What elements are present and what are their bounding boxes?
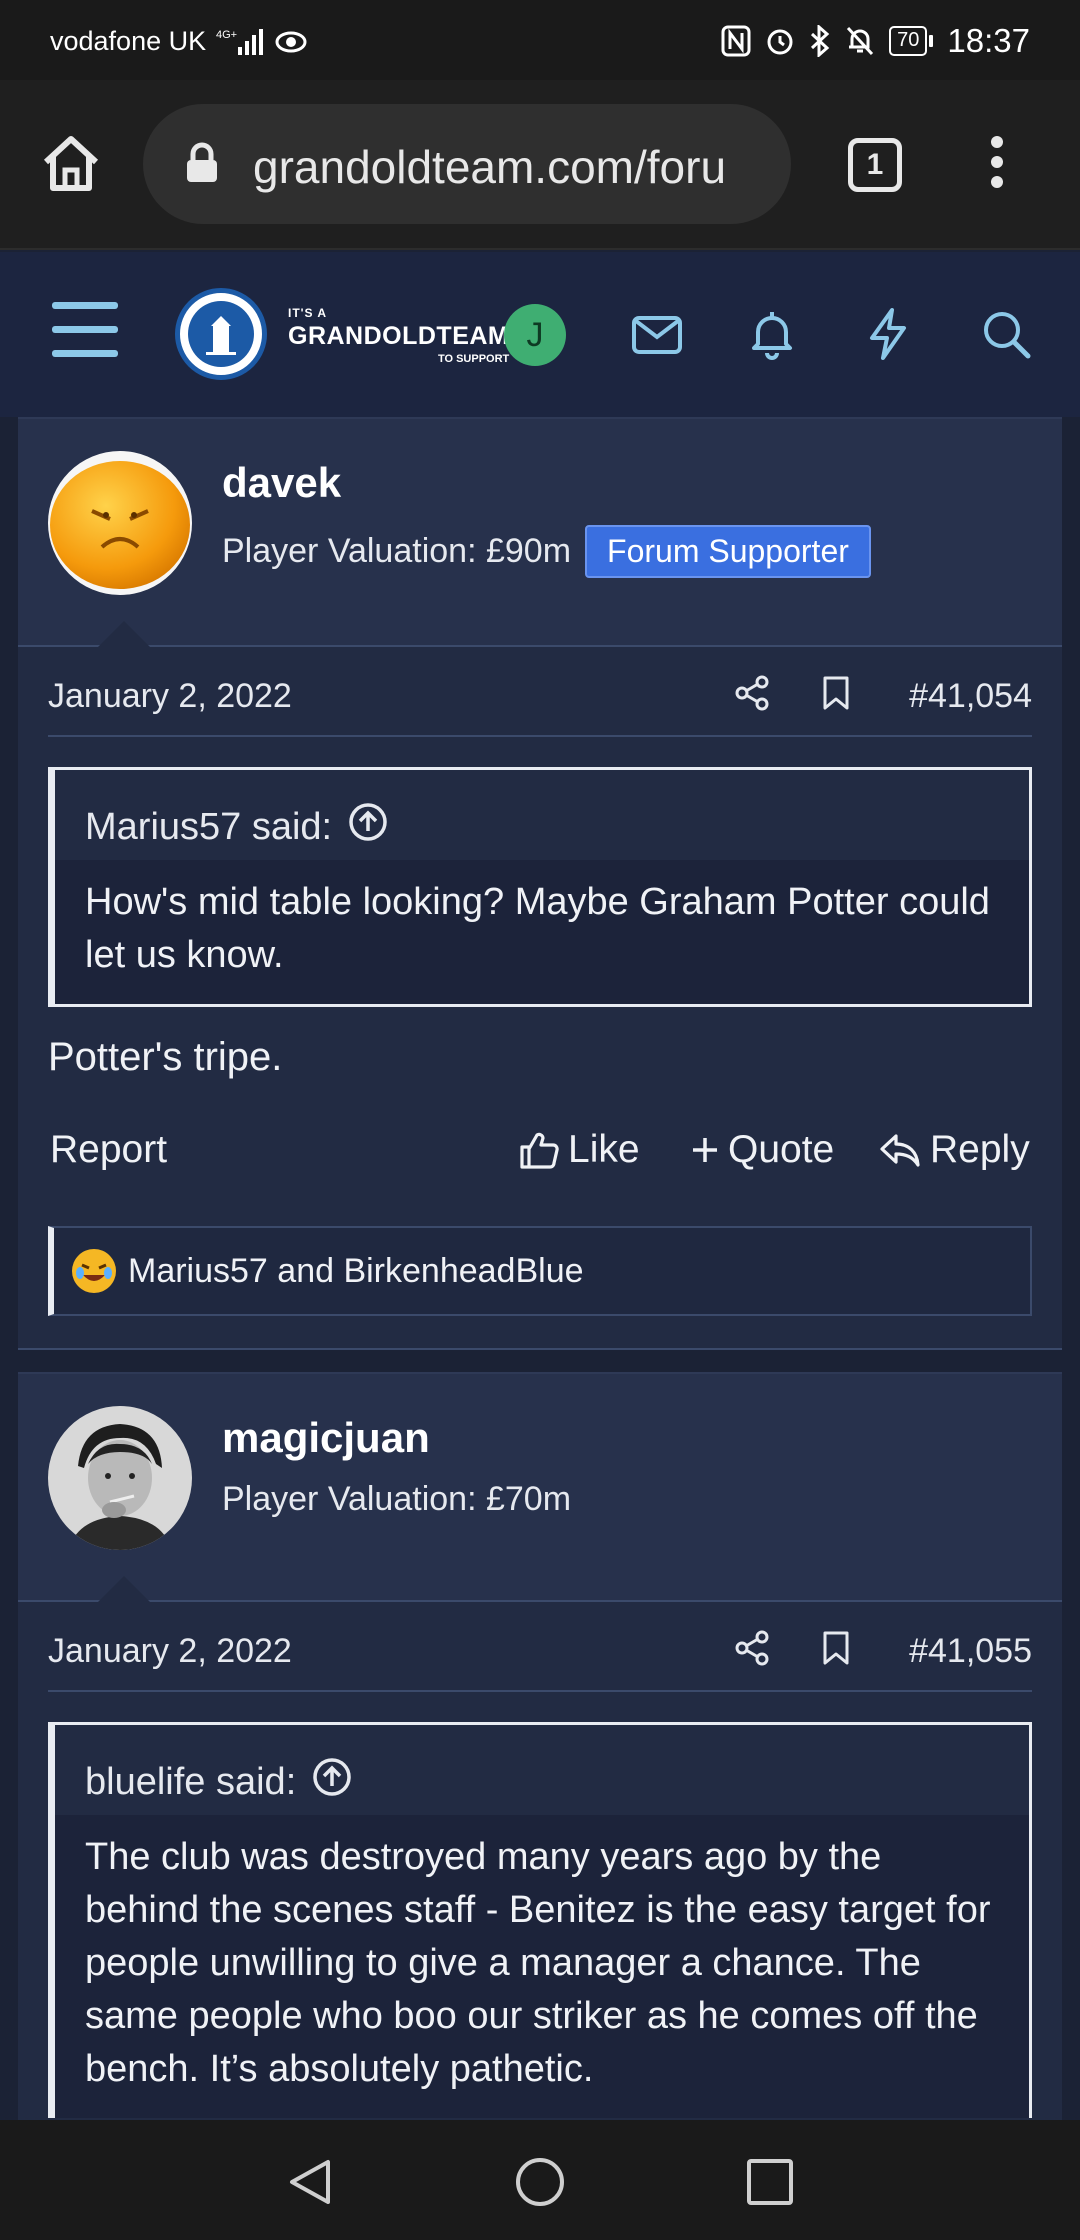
- post-username[interactable]: magicjuan: [222, 1414, 430, 1462]
- bluetooth-icon: [809, 25, 831, 57]
- avatar[interactable]: [48, 451, 192, 595]
- post-date[interactable]: January 2, 2022: [48, 1632, 292, 1671]
- club-crest-logo[interactable]: [175, 288, 267, 380]
- bolt-icon[interactable]: [858, 304, 918, 364]
- inbox-icon[interactable]: [628, 304, 688, 364]
- share-icon[interactable]: [734, 675, 770, 716]
- post-actions: Report Like Quote Reply: [48, 1098, 1032, 1208]
- arrow-up-circle-icon[interactable]: [348, 802, 388, 852]
- forum-post: magicjuan Player Valuation: £70m January…: [18, 1372, 1062, 2132]
- signal-icon: 4G+: [216, 27, 264, 57]
- status-bar: vodafone UK 4G+ 70 18:37: [0, 0, 1080, 80]
- post-number[interactable]: #41,054: [909, 677, 1032, 716]
- player-valuation: Player Valuation: £70m: [222, 1480, 572, 1518]
- quote-author[interactable]: bluelife said:: [85, 1761, 296, 1804]
- lock-icon: [185, 142, 219, 189]
- browser-toolbar: grandoldteam.com/foru 1: [0, 80, 1080, 250]
- network-label: 4G+: [216, 29, 237, 41]
- post-user-block: davek Player Valuation: £90m Forum Suppo…: [18, 419, 1062, 647]
- laughing-emoji-icon: [72, 1249, 116, 1293]
- reply-label: Reply: [930, 1128, 1030, 1171]
- bookmark-icon[interactable]: [820, 1630, 852, 1671]
- like-button[interactable]: Like: [518, 1128, 640, 1172]
- battery-icon: 70: [889, 26, 934, 56]
- alarm-icon: [765, 25, 795, 57]
- post-username[interactable]: davek: [222, 459, 341, 507]
- nfc-icon: [721, 25, 751, 57]
- back-icon[interactable]: [284, 2156, 336, 2208]
- tab-switcher-button[interactable]: 1: [848, 138, 902, 192]
- logo-small-text: IT'S A: [288, 306, 328, 320]
- system-navigation-bar: [0, 2120, 1080, 2240]
- clock: 18:37: [947, 22, 1030, 59]
- report-button[interactable]: Report: [50, 1128, 167, 1172]
- carrier-label: vodafone UK: [50, 26, 207, 56]
- post-number[interactable]: #41,055: [909, 1632, 1032, 1671]
- eye-icon: [274, 27, 308, 57]
- post-date[interactable]: January 2, 2022: [48, 677, 292, 716]
- hamburger-menu-icon[interactable]: [52, 302, 118, 364]
- home-icon[interactable]: [40, 132, 102, 194]
- quote-author[interactable]: Marius57 said:: [85, 806, 332, 849]
- bell-icon[interactable]: [742, 304, 802, 364]
- quote-text: The club was destroyed many years ago by…: [85, 1836, 991, 2090]
- home-circle-icon[interactable]: [514, 2156, 566, 2208]
- post-user-block: magicjuan Player Valuation: £70m: [18, 1374, 1062, 1602]
- logo-title: GRANDOLDTEAM: [288, 322, 510, 350]
- player-valuation: Player Valuation: £90m: [222, 532, 572, 570]
- quote-button[interactable]: Quote: [690, 1128, 834, 1172]
- reply-button[interactable]: Reply: [878, 1128, 1030, 1172]
- quote-block: bluelife said: The club was destroyed ma…: [48, 1722, 1032, 2118]
- url-text: grandoldteam.com/foru: [253, 141, 727, 193]
- battery-level: 70: [889, 26, 928, 56]
- address-bar[interactable]: grandoldteam.com/foru: [143, 104, 791, 224]
- reactions-bar[interactable]: Marius57 and BirkenheadBlue: [48, 1226, 1032, 1316]
- quote-text: How's mid table looking? Maybe Graham Po…: [85, 881, 990, 976]
- status-badge: Forum Supporter: [585, 525, 871, 578]
- site-logo-text[interactable]: IT'S A GRANDOLDTEAM TO SUPPORT: [288, 306, 509, 365]
- share-icon[interactable]: [734, 1630, 770, 1671]
- quote-block: Marius57 said: How's mid table looking? …: [48, 767, 1032, 1007]
- recents-icon[interactable]: [744, 2156, 796, 2208]
- user-avatar[interactable]: J: [504, 304, 566, 366]
- post-message: Potter's tripe.: [48, 1035, 283, 1079]
- mute-icon: [845, 25, 875, 57]
- bookmark-icon[interactable]: [820, 675, 852, 716]
- arrow-up-circle-icon[interactable]: [312, 1757, 352, 1807]
- search-icon[interactable]: [976, 304, 1036, 364]
- post-meta: January 2, 2022 #41,055: [48, 1602, 1032, 1692]
- reaction-users[interactable]: Marius57 and BirkenheadBlue: [128, 1252, 584, 1291]
- logo-tagline: TO SUPPORT: [437, 353, 510, 365]
- avatar[interactable]: [48, 1406, 192, 1550]
- post-meta: January 2, 2022 #41,054: [48, 647, 1032, 737]
- forum-post: davek Player Valuation: £90m Forum Suppo…: [18, 417, 1062, 1350]
- quote-label: Quote: [728, 1128, 835, 1171]
- more-menu-icon[interactable]: [982, 136, 1012, 196]
- like-label: Like: [568, 1128, 640, 1171]
